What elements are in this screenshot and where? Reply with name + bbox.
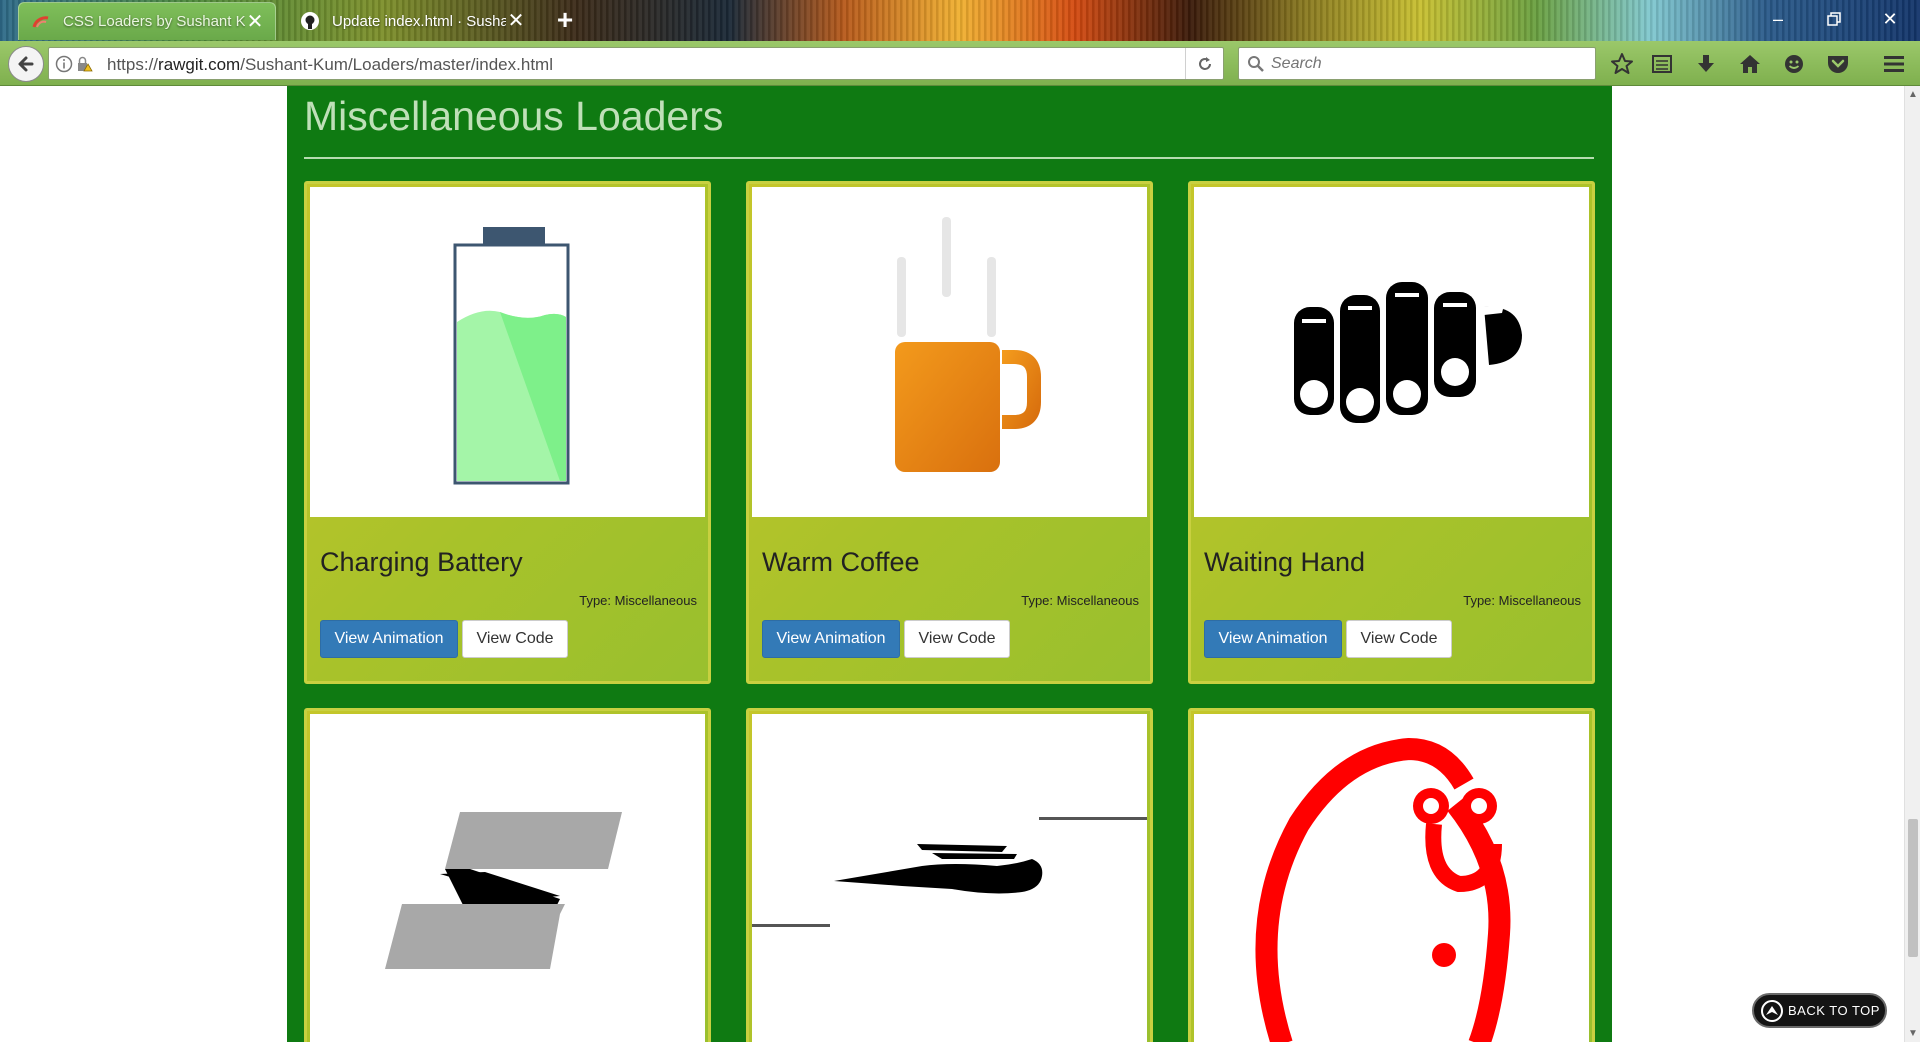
- loader-name: Charging Battery: [320, 547, 523, 577]
- back-button[interactable]: [8, 46, 44, 82]
- page-scrollbar[interactable]: ▲ ▼: [1904, 86, 1920, 1042]
- loader-name: Waiting Hand: [1204, 547, 1366, 577]
- warning-lock-icon[interactable]: [75, 55, 93, 73]
- search-icon: [1248, 56, 1264, 72]
- loader-preview: [1194, 714, 1589, 1042]
- loader-card-flying-man: [746, 708, 1153, 1042]
- loader-type: Type: Miscellaneous: [579, 593, 697, 608]
- pocket-icon[interactable]: [1824, 50, 1852, 78]
- view-animation-button[interactable]: View Animation: [320, 620, 458, 658]
- back-to-top-button[interactable]: BACK TO TOP: [1752, 993, 1887, 1028]
- flying-man-loader-icon: [752, 817, 1147, 927]
- loader-preview: [310, 187, 705, 517]
- scrollbar-thumb[interactable]: [1908, 819, 1918, 957]
- search-input[interactable]: [1271, 52, 1581, 76]
- back-to-top-label: BACK TO TOP: [1788, 1003, 1880, 1018]
- loader-type: Type: Miscellaneous: [1463, 593, 1581, 608]
- tab-css-loaders[interactable]: CSS Loaders by Sushant K... ✕: [18, 2, 276, 40]
- view-animation-button[interactable]: View Animation: [1204, 620, 1342, 658]
- tab-title: CSS Loaders by Sushant K...: [63, 13, 245, 30]
- section-divider: [304, 157, 1594, 159]
- tab-title: Update index.html · Susha...: [332, 12, 506, 30]
- scroll-up-icon[interactable]: ▲: [1908, 89, 1918, 100]
- loader-card-red-curve: [1188, 708, 1595, 1042]
- search-bar[interactable]: [1238, 47, 1596, 80]
- loader-preview: [1194, 187, 1589, 517]
- red-curve-loader-icon: [1255, 737, 1511, 1042]
- battery-icon: [453, 227, 570, 485]
- close-window-icon[interactable]: ✕: [1870, 4, 1910, 34]
- view-code-button[interactable]: View Code: [1346, 620, 1452, 658]
- menu-icon[interactable]: [1880, 50, 1908, 78]
- info-icon[interactable]: [55, 55, 73, 73]
- coffee-mug-icon: [895, 217, 1041, 472]
- loader-name: Warm Coffee: [762, 547, 920, 577]
- restore-icon[interactable]: [1814, 4, 1854, 34]
- loader-card-waiting-hand: Waiting Hand Type: Miscellaneous View An…: [1188, 181, 1595, 684]
- loader-card-charging-battery: Charging Battery Type: Miscellaneous Vie…: [304, 181, 711, 684]
- browser-tab-bar: CSS Loaders by Sushant K... ✕ Update ind…: [0, 0, 1920, 41]
- scroll-down-icon[interactable]: ▼: [1908, 1028, 1918, 1039]
- url-text[interactable]: https://rawgit.com/Sushant-Kum/Loaders/m…: [107, 55, 553, 75]
- url-prefix: https://: [107, 55, 159, 74]
- navigation-toolbar: https://rawgit.com/Sushant-Kum/Loaders/m…: [0, 41, 1920, 86]
- reading-list-icon[interactable]: [1648, 50, 1676, 78]
- view-code-button[interactable]: View Code: [904, 620, 1010, 658]
- loaders-section: Miscellaneous Loaders Charging Battery T…: [287, 86, 1612, 1042]
- close-tab-icon[interactable]: ✕: [245, 12, 265, 32]
- page-viewport: Miscellaneous Loaders Charging Battery T…: [0, 86, 1904, 1042]
- url-path: /Sushant-Kum/Loaders/master/index.html: [240, 55, 553, 74]
- close-tab-icon[interactable]: ✕: [506, 11, 526, 31]
- loader-preview: [752, 714, 1147, 1042]
- view-animation-button[interactable]: View Animation: [762, 620, 900, 658]
- download-icon[interactable]: [1692, 50, 1720, 78]
- loader-type: Type: Miscellaneous: [1021, 593, 1139, 608]
- loader-card-warm-coffee: Warm Coffee Type: Miscellaneous View Ani…: [746, 181, 1153, 684]
- loader-preview: [752, 187, 1147, 517]
- loader-preview: [310, 714, 705, 1042]
- new-tab-button[interactable]: +: [550, 6, 580, 36]
- home-icon[interactable]: [1736, 50, 1764, 78]
- url-domain: rawgit.com: [158, 55, 241, 74]
- loader-card-s-shape: [304, 708, 711, 1042]
- rawgit-icon: [31, 12, 51, 32]
- back-arrow-icon: [18, 56, 34, 72]
- smiley-icon[interactable]: [1780, 50, 1808, 78]
- address-bar[interactable]: https://rawgit.com/Sushant-Kum/Loaders/m…: [48, 47, 1224, 80]
- waiting-hand-icon: [1294, 282, 1522, 423]
- minimize-icon[interactable]: –: [1758, 4, 1798, 34]
- s-shape-loader-icon: [385, 812, 622, 969]
- section-title: Miscellaneous Loaders: [304, 93, 724, 139]
- tab-update-index[interactable]: Update index.html · Susha... ✕: [288, 2, 536, 40]
- up-arrow-icon: [1761, 999, 1783, 1022]
- reload-button[interactable]: [1185, 48, 1223, 79]
- view-code-button[interactable]: View Code: [462, 620, 568, 658]
- github-icon: [300, 11, 320, 31]
- bookmark-star-icon[interactable]: [1608, 50, 1636, 78]
- reload-icon: [1198, 56, 1211, 70]
